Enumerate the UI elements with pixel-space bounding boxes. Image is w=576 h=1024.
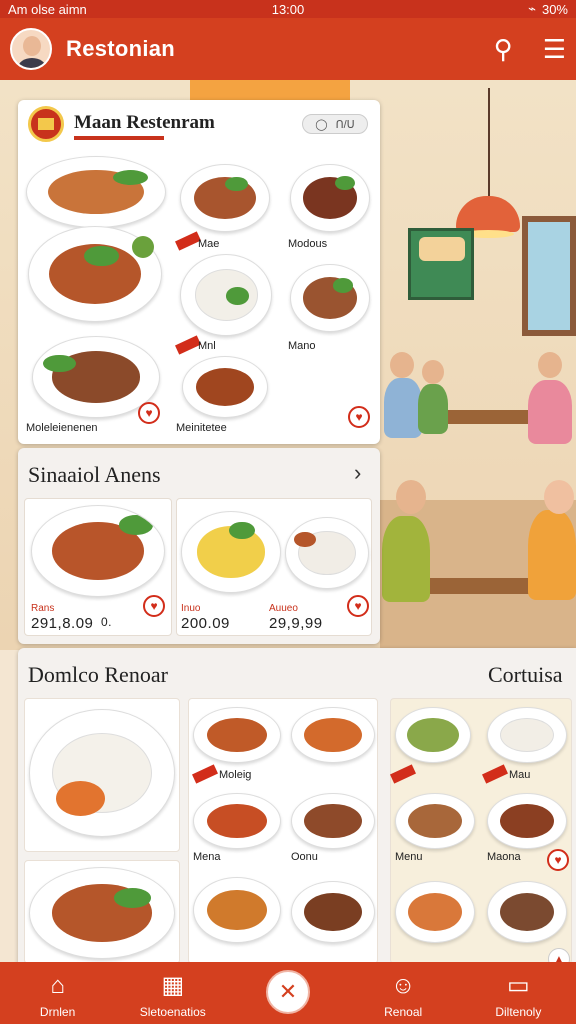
diner-illustration-3 [528,380,572,444]
favorite-heart-icon[interactable]: ♥ [143,595,165,617]
diner-head-5 [544,480,574,514]
bottom-nav: ⌂ Drnlen ▦ Sletoenatios ✕ ☺ Renoal ▭ Dil… [0,962,576,1024]
diner-illustration [384,378,422,438]
nav-label: Diltenoly [495,1005,542,1019]
lamp-icon [456,196,520,232]
favorite-heart-icon[interactable]: ♥ [547,849,569,871]
item-price: 29,9,99 [269,615,323,632]
search-icon[interactable]: ⚲ [494,34,513,65]
favorite-heart-icon[interactable]: ♥ [347,595,369,617]
dish-image[interactable] [180,164,270,232]
dish-label: Mnl [198,340,216,352]
dish-label: Oonu [291,851,318,863]
nav-reservations[interactable]: ▦ Sletoenatios [123,962,223,1024]
header-actions: ⚲ ☰ [494,34,566,65]
nav-label: Sletoenatios [139,1005,206,1019]
special-menu-section: Sinaaiol Anens › Rans 291,8.09 0. ♥ Inuo… [18,448,380,644]
battery-text: 30% [541,1,568,17]
dish-label: Mau [509,769,531,781]
app-title: Restonian [66,36,176,61]
dish-label: Modous [288,238,328,250]
diner-head-2 [422,360,444,384]
status-right: ⌁ 30% [528,1,568,17]
section-title: Sinaaiol Anens [28,462,161,487]
restaurant-logo [28,106,64,142]
wifi-icon: ⌁ [528,1,536,16]
diner-illustration-2 [418,384,448,434]
dish-label: Mena [193,851,221,863]
nav-profile[interactable]: ☺ Renoal [353,962,453,1024]
nav-label: Drnlen [39,1005,76,1019]
nav-label: Renoal [384,1005,423,1019]
user-icon: ☺ [390,972,416,999]
dish-label: Mae [198,238,220,250]
view-toggle[interactable]: ◯ ᑎ/ᑌ [302,114,368,134]
dish-image[interactable] [26,156,166,228]
toggle-text: ᑎ/ᑌ [335,118,355,131]
calendar-icon: ▦ [161,972,185,999]
diner-head [390,352,414,378]
item-label: Rans [31,603,55,614]
veg-badge [132,236,154,258]
window-illustration [522,216,576,336]
dish-label: Moleleienenen [26,422,98,434]
home-icon: ⌂ [50,972,65,999]
dish-label: Mano [288,340,316,352]
wall-stripe [190,80,350,102]
section-title: Domlco Renoar [28,662,168,687]
diner-head-3 [538,352,562,378]
menu-tile[interactable] [24,860,180,964]
dish-image[interactable] [182,356,268,418]
item-price: 200.09 [181,615,230,632]
bag-icon: ▭ [507,972,530,999]
dish-image[interactable] [290,164,370,232]
menu-icon[interactable]: ☰ [543,34,566,65]
nav-delivery[interactable]: ▭ Diltenoly [468,962,568,1024]
menu-tile[interactable] [24,698,180,852]
menu-card[interactable]: Rans 291,8.09 0. ♥ [24,498,172,636]
favorite-heart-icon[interactable]: ♥ [348,406,370,428]
toggle-circle-icon: ◯ [315,118,328,131]
dinner-menu-section: Domlco Renoar Cortuisa Moleig Mena Oonu … [18,648,576,966]
dish-image[interactable] [290,264,370,332]
dish-label: Maona [487,851,521,863]
item-label: Inuo [181,603,201,614]
favorite-heart-icon[interactable]: ♥ [138,402,160,424]
app-header: Restonian ⚲ ☰ [0,18,576,80]
dish-label: Meinitetee [176,422,227,434]
name-underline [74,136,164,140]
diner-illustration-5 [528,510,576,600]
carrier-text: Am olse aimn [8,1,87,17]
diner-illustration-4 [382,516,430,602]
poster-illustration [408,228,474,300]
chevron-right-icon[interactable]: › [354,460,361,486]
section-right-title[interactable]: Cortuisa [488,662,563,688]
nav-home[interactable]: ⌂ Drnlen [8,962,108,1024]
status-bar: Am olse aimn 13:00 ⌁ 30% [0,0,576,18]
menu-grid: Moleig Mena Oonu [188,698,378,964]
item-extra: 0. [101,615,113,629]
dish-image[interactable] [180,254,272,336]
menu-card[interactable]: Inuo 200.09 Auueo 29,9,99 ♥ [176,498,372,636]
item-label: Auueo [269,603,298,614]
avatar[interactable] [10,28,52,70]
featured-restaurant-card[interactable]: Maan Restenram ◯ ᑎ/ᑌ ♥ Moleleienenen Mae… [18,100,380,444]
restaurant-name: Maan Restenram [74,112,215,133]
nav-center: ✕ [238,962,338,1024]
item-price: 291,8.09 [31,615,94,632]
menu-grid: Mau Menu Maona ♥ [390,698,572,964]
dish-label: Moleig [219,769,252,781]
dish-label: Menu [395,851,423,863]
action-button[interactable]: ✕ [265,970,310,1014]
action-icon: ✕ [278,979,298,1004]
lamp-wire [488,88,490,198]
diner-head-4 [396,480,426,514]
